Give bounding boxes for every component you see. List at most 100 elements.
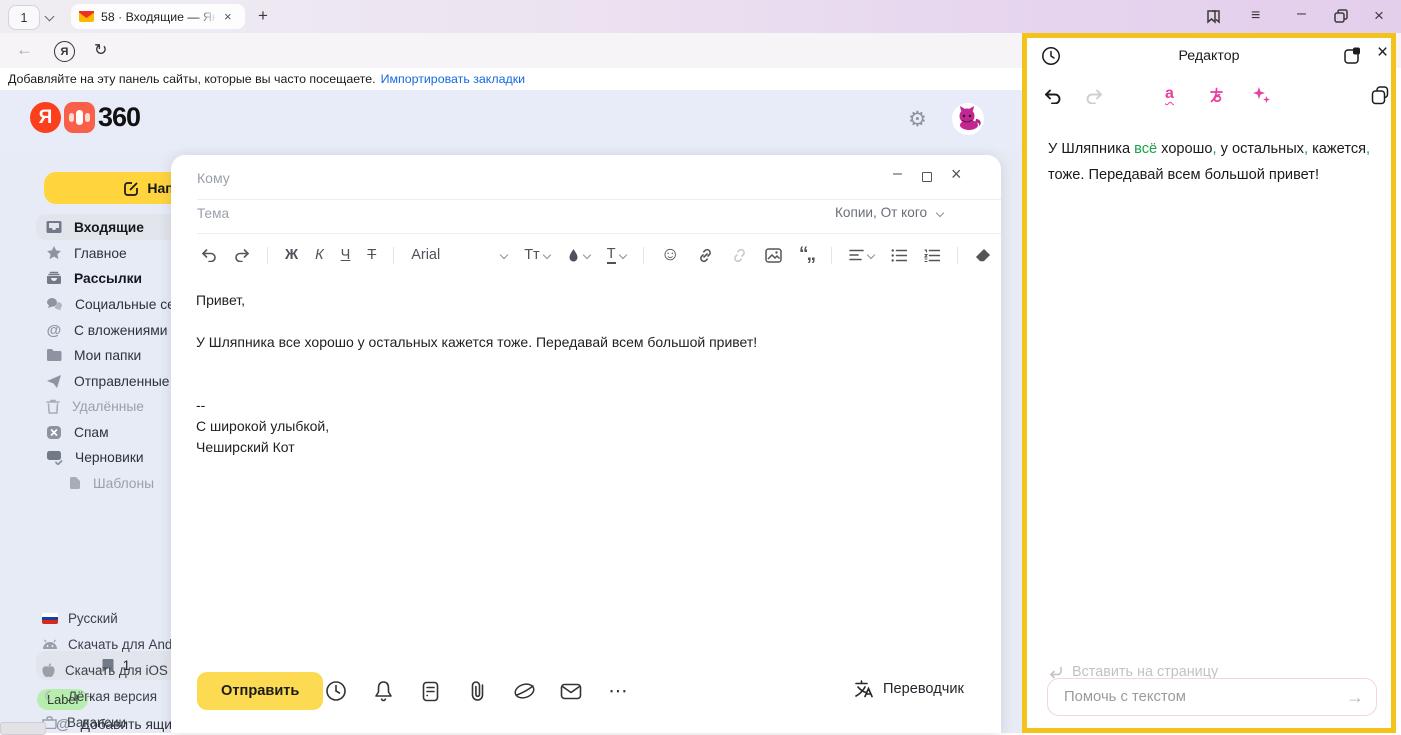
compose-minimize-icon[interactable]: – [893,165,902,183]
suggested-line-1: У Шляпника всё хорошо, у остальных, каже… [1048,136,1390,162]
bookmarks-hint-text: Добавляйте на эту панель сайты, которые … [8,72,376,86]
stamp-pen-icon[interactable] [512,679,536,703]
divider [197,233,1001,234]
envelope-icon[interactable] [559,679,583,703]
tab-strip: 1 58 · Входящие — Яндек × + ≡ – × [0,0,1401,33]
back-icon[interactable]: ← [16,40,33,60]
prompt-input-box[interactable]: → [1047,678,1377,716]
message-body[interactable]: Привет, У Шляпника все хорошо у остальны… [196,290,966,458]
settings-gear-icon[interactable]: ⚙ [908,107,927,132]
align-select[interactable] [849,249,874,261]
chevron-down-icon [936,208,944,216]
subject-field[interactable]: Тема [197,206,229,221]
360-mark-icon [64,102,95,133]
eraser-icon[interactable] [975,248,991,262]
note-icon[interactable] [418,679,442,703]
moon-icon: ☾ [42,688,58,705]
highlight-color-select[interactable] [567,248,590,263]
yandex360-logo[interactable]: Я 360 [30,102,140,133]
sent-icon [46,374,62,389]
submit-arrow-icon[interactable]: → [1346,687,1364,708]
improve-sparkles-icon[interactable] [1252,85,1271,104]
compose-pencil-icon [124,181,139,196]
schedule-send-icon[interactable] [324,679,348,703]
template-icon [69,476,81,490]
undo-icon[interactable] [201,248,217,262]
insert-arrow-icon [1048,666,1063,679]
strikethrough-button[interactable]: Т [367,247,376,263]
suggested-line-2: тоже. Передавай всем большой привет! [1048,162,1390,188]
editor-panel: Редактор × a У Шляпника всё хорошо, у ос… [1022,33,1396,733]
compose-actions: ⋯ [324,679,630,703]
notify-icon[interactable] [371,679,395,703]
compose-expand-icon[interactable] [922,172,932,182]
avatar[interactable] [952,103,984,135]
underline-button[interactable]: Ч [341,247,351,263]
numbered-list-icon[interactable] [924,249,940,262]
social-icon [46,297,63,312]
insert-image-icon[interactable] [765,248,782,263]
bookmarks-hint-bar: Добавляйте на эту панель сайты, которые … [0,68,1022,90]
suggested-text[interactable]: У Шляпника всё хорошо, у остальных, каже… [1048,136,1390,188]
android-icon [42,639,58,650]
attachment-icon: @ [46,322,62,339]
format-toolbar: Ж К Ч Т Arial Tт Т ☺ “„ [201,241,991,269]
translator-icon [853,679,873,699]
bold-button[interactable]: Ж [285,247,298,263]
prompt-input[interactable] [1062,688,1336,706]
refresh-icon[interactable]: ↻ [94,40,107,60]
yandex-logo-icon: Я [30,102,61,133]
translate-kana-icon[interactable] [1207,86,1225,104]
send-button[interactable]: Отправить [197,672,323,710]
open-in-window-icon[interactable] [1343,46,1362,65]
tab-title: 58 · Входящие — Яндек [101,10,217,24]
mail-favicon-icon [79,10,94,23]
import-bookmarks-link[interactable]: Импортировать закладки [381,72,525,86]
editor-undo-icon[interactable] [1043,88,1062,104]
panel-close-icon[interactable]: × [1377,42,1388,64]
bullet-list-icon[interactable] [891,249,907,262]
redo-icon[interactable] [234,248,250,262]
tab-close-icon[interactable]: × [224,9,232,24]
close-window-icon[interactable]: × [1374,6,1384,26]
drafts-icon [46,450,63,465]
more-actions-icon[interactable]: ⋯ [606,679,630,703]
to-field[interactable]: Кому [197,170,230,186]
tab-counter[interactable]: 1 [8,5,40,30]
cc-from-toggle[interactable]: Копии, От кого [835,205,943,220]
copy-icon[interactable] [1371,86,1390,105]
font-select[interactable]: Arial [411,247,507,263]
menu-icon[interactable]: ≡ [1251,7,1260,25]
star-icon [46,245,62,261]
compose-window: Кому – × Тема Копии, От кого Ж К Ч Т Ari… [171,155,1001,733]
chevron-down-icon [500,251,508,259]
inbox-icon [46,219,62,235]
link-icon[interactable] [697,247,714,264]
italic-button[interactable]: К [315,247,324,263]
spellcheck-icon[interactable]: a [1165,85,1174,103]
compose-close-icon[interactable]: × [951,164,962,185]
editor-redo-icon[interactable] [1085,88,1104,104]
text-color-select[interactable]: Т [607,247,626,264]
trash-icon [46,399,60,414]
active-tab[interactable]: 58 · Входящие — Яндек × [71,4,245,29]
divider [197,199,1001,200]
font-size-select[interactable]: Tт [524,247,550,263]
panel-title: Редактор [1027,48,1391,64]
russian-flag-icon [42,613,58,624]
cut-off-tooltip [0,722,46,735]
new-tab-button[interactable]: + [258,6,268,26]
translator-button[interactable]: Переводчик [853,679,964,699]
newsletters-icon [46,270,62,286]
side-panel-icon[interactable] [1205,8,1222,25]
yandex-browser-icon[interactable]: Я [54,41,75,62]
emoji-icon[interactable]: ☺ [661,244,680,266]
restore-window-icon[interactable] [1334,9,1348,23]
quote-icon[interactable]: “„ [799,250,814,260]
attach-file-icon[interactable] [465,679,489,703]
unlink-icon[interactable] [731,247,748,264]
minimize-window-icon[interactable]: – [1297,5,1306,23]
folder-icon [46,348,62,362]
tab-list-chevron-icon[interactable] [46,13,53,20]
service-header: Я 360 Почта Диск Документы 17 Календарь … [0,90,1022,150]
